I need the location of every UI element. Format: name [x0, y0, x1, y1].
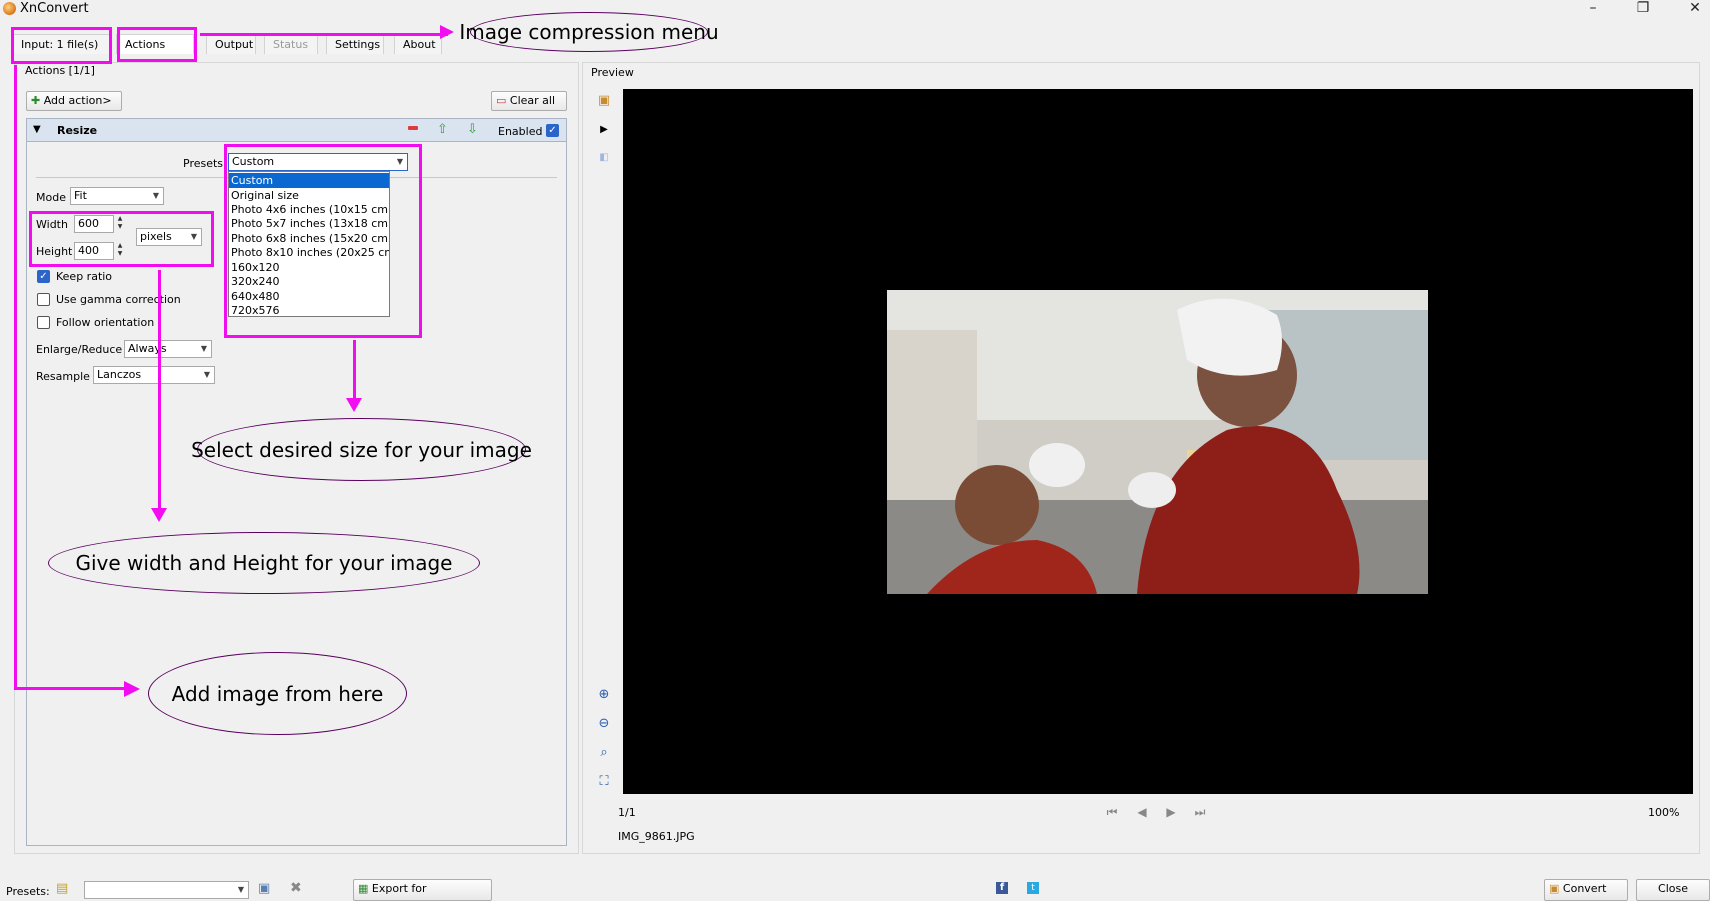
- minimize-button[interactable]: –: [1578, 0, 1608, 18]
- zoom-fit-icon[interactable]: ⌕: [595, 744, 613, 762]
- save-icon[interactable]: ▣: [258, 881, 270, 896]
- first-icon[interactable]: ⏮: [1103, 804, 1121, 820]
- close-button[interactable]: Close: [1636, 879, 1710, 901]
- convert-button[interactable]: ▣ Convert: [1544, 879, 1628, 901]
- gamma-checkbox[interactable]: [37, 293, 50, 306]
- facebook-icon[interactable]: f: [996, 882, 1008, 894]
- chevron-down-icon: ▼: [200, 344, 207, 353]
- clear-icon: ▭: [496, 94, 507, 107]
- zoom-out-icon[interactable]: ⊖: [595, 715, 613, 733]
- play-icon[interactable]: ▶: [595, 121, 613, 139]
- title-bar: [0, 0, 1710, 19]
- chevron-down-icon: ▼: [203, 370, 210, 379]
- app-logo-icon: [3, 2, 16, 15]
- preview-label: Preview: [591, 66, 634, 79]
- twitter-icon[interactable]: t: [1027, 882, 1039, 894]
- convert-icon: ▣: [1549, 882, 1560, 895]
- resample-select[interactable]: Lanczos ▼: [93, 366, 215, 384]
- close-window-button[interactable]: ✕: [1680, 0, 1710, 18]
- follow-orientation-checkbox[interactable]: [37, 316, 50, 329]
- action-title: Resize: [57, 124, 98, 137]
- convert-label: Convert: [1562, 882, 1607, 895]
- annotation-line: [14, 687, 126, 690]
- mode-label: Mode: [36, 191, 66, 204]
- annotation-line: [200, 33, 448, 36]
- arrow-head-icon: [124, 681, 140, 697]
- previous-icon[interactable]: ◀: [1133, 804, 1151, 820]
- arrow-head-icon: [346, 398, 362, 412]
- page-indicator: 1/1: [618, 806, 636, 819]
- mode-select[interactable]: Fit ▼: [70, 187, 164, 205]
- tab-about[interactable]: About: [394, 34, 442, 54]
- add-action-label: Add action>: [43, 94, 112, 107]
- chevron-down-icon: ▼: [152, 191, 159, 200]
- actions-panel-header: Actions [1/1]: [25, 64, 95, 77]
- annotation-line: [14, 65, 17, 690]
- collapse-arrow-icon[interactable]: ▼: [33, 124, 41, 135]
- annotation-line: [158, 270, 161, 510]
- annotation-add-image: Add image from here: [148, 652, 407, 735]
- tab-settings[interactable]: Settings: [326, 34, 384, 54]
- zoom-level: 100%: [1648, 806, 1680, 819]
- gamma-label: Use gamma correction: [56, 293, 181, 306]
- resize-action-header: [27, 119, 566, 142]
- resample-value: Lanczos: [97, 368, 142, 381]
- chevron-down-icon: ▼: [237, 885, 244, 894]
- enabled-label: Enabled: [498, 125, 543, 138]
- annotation-box-actions-tab: [117, 27, 197, 62]
- move-up-icon[interactable]: ⇧: [437, 122, 448, 137]
- export-nconvert-button[interactable]: ▦ Export for NConvert...: [353, 879, 492, 901]
- clear-all-label: Clear all: [509, 94, 556, 107]
- preview-image: [887, 290, 1428, 594]
- add-action-button[interactable]: ✚ Add action>: [26, 91, 122, 111]
- remove-action-icon[interactable]: [408, 126, 418, 130]
- keep-ratio-label: Keep ratio: [56, 270, 113, 283]
- image-icon[interactable]: ▣: [595, 92, 613, 110]
- compare-icon[interactable]: ◧: [595, 149, 613, 167]
- next-icon[interactable]: ▶: [1162, 804, 1180, 820]
- presets-label: Presets: [183, 157, 224, 170]
- filename: IMG_9861.JPG: [618, 830, 695, 843]
- arrow-head-icon: [440, 25, 454, 39]
- add-action-icon: ✚: [31, 94, 41, 107]
- tab-output[interactable]: Output: [206, 34, 256, 54]
- last-icon[interactable]: ⏭: [1191, 804, 1209, 820]
- folder-icon[interactable]: ▤: [56, 881, 68, 896]
- delete-icon[interactable]: ✖: [290, 880, 302, 896]
- zoom-in-icon[interactable]: ⊕: [595, 686, 613, 704]
- enlarge-reduce-label: Enlarge/Reduce: [36, 343, 123, 356]
- keep-ratio-checkbox[interactable]: ✓: [37, 270, 50, 283]
- arrow-head-icon: [151, 508, 167, 522]
- mode-value: Fit: [74, 189, 87, 202]
- presets-bottom-select[interactable]: ▼: [84, 881, 249, 899]
- resample-label: Resample: [36, 370, 90, 383]
- annotation-box-size: [29, 211, 214, 267]
- annotation-box-presets: [224, 144, 422, 338]
- annotation-line: [353, 340, 356, 400]
- annotation-compression-menu: Image compression menu: [459, 12, 719, 52]
- export-nconvert-label: Export for NConvert...: [358, 882, 427, 901]
- enlarge-reduce-select[interactable]: Always ▼: [124, 340, 212, 358]
- enabled-checkbox[interactable]: ✓: [546, 124, 559, 137]
- clear-all-button[interactable]: ▭ Clear all: [491, 91, 567, 111]
- restore-button[interactable]: ❐: [1628, 0, 1658, 18]
- fit-screen-icon[interactable]: ⛶: [595, 773, 613, 791]
- window-title: XnConvert: [20, 1, 89, 16]
- tab-status[interactable]: Status: [264, 34, 318, 54]
- annotation-box-input-tab: [11, 27, 112, 64]
- presets-bottom-label: Presets:: [6, 885, 50, 898]
- follow-orientation-label: Follow orientation: [56, 316, 155, 329]
- annotation-width-height: Give width and Height for your image: [48, 532, 480, 594]
- annotation-select-size: Select desired size for your image: [191, 418, 532, 481]
- move-down-icon[interactable]: ⇩: [467, 122, 478, 137]
- export-icon: ▦: [358, 882, 369, 895]
